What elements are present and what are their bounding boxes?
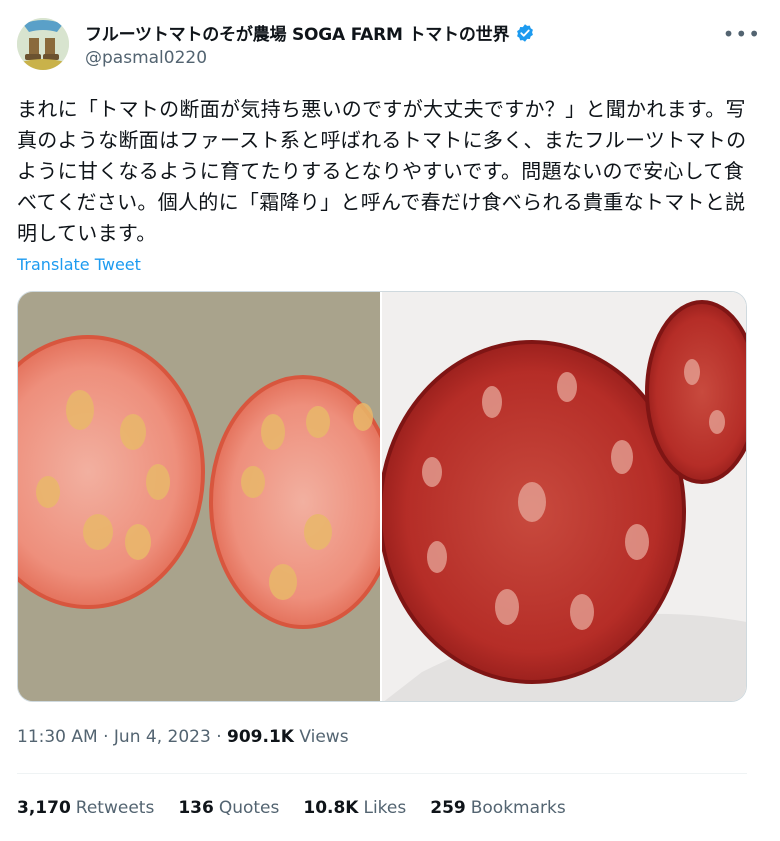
tomato-slice-image-icon <box>382 292 746 701</box>
tweet-media[interactable] <box>17 291 747 702</box>
tomato-halves-image-icon <box>18 292 380 701</box>
verified-badge-icon <box>517 23 534 42</box>
bookmarks-stat[interactable]: 259 Bookmarks <box>430 798 565 818</box>
bookmarks-count: 259 <box>430 798 466 818</box>
avatar[interactable] <box>17 18 69 70</box>
views-label: Views <box>299 727 349 747</box>
tweet-text: まれに「トマトの断面が気持ち悪いのですが大丈夫ですか？」と聞かれます。写真のよう… <box>17 97 747 245</box>
tweet-time[interactable]: 11:30 AM <box>17 727 98 747</box>
divider <box>17 773 747 774</box>
farmer-boots-avatar-icon <box>17 18 69 70</box>
retweets-count: 3,170 <box>17 798 71 818</box>
sliced-red-tomato-photo[interactable] <box>382 292 746 701</box>
author-name-row[interactable]: フルーツトマトのそが農場 SOGA FARM トマトの世界 <box>85 20 535 45</box>
quotes-count: 136 <box>178 798 214 818</box>
retweets-label: Retweets <box>75 798 155 818</box>
likes-count: 10.8K <box>303 798 359 818</box>
translate-tweet-link[interactable]: Translate Tweet <box>17 255 141 274</box>
display-name[interactable]: フルーツトマトのそが農場 SOGA FARM トマトの世界 <box>85 20 509 45</box>
views-count: 909.1K <box>227 727 294 747</box>
likes-label: Likes <box>363 798 407 818</box>
halved-pink-tomato-photo[interactable] <box>18 292 380 701</box>
retweets-stat[interactable]: 3,170 Retweets <box>17 798 154 818</box>
engagement-stats: 3,170 Retweets 136 Quotes 10.8K Likes 259 Bo… <box>17 798 590 818</box>
bookmarks-label: Bookmarks <box>470 798 566 818</box>
quotes-label: Quotes <box>218 798 280 818</box>
more-horizontal-icon[interactable]: ••• <box>723 22 761 46</box>
likes-stat[interactable]: 10.8K Likes <box>303 798 406 818</box>
tweet-date[interactable]: Jun 4, 2023 <box>114 727 211 747</box>
tweet-header: フルーツトマトのそが農場 SOGA FARM トマトの世界 @pasmal022… <box>17 18 763 74</box>
author-handle[interactable]: @pasmal0220 <box>85 48 207 68</box>
tweet-metadata: 11:30 AM · Jun 4, 2023 · 909.1K Views <box>17 727 349 747</box>
quotes-stat[interactable]: 136 Quotes <box>178 798 279 818</box>
meta-separator: · <box>216 727 227 747</box>
meta-separator: · <box>103 727 114 747</box>
